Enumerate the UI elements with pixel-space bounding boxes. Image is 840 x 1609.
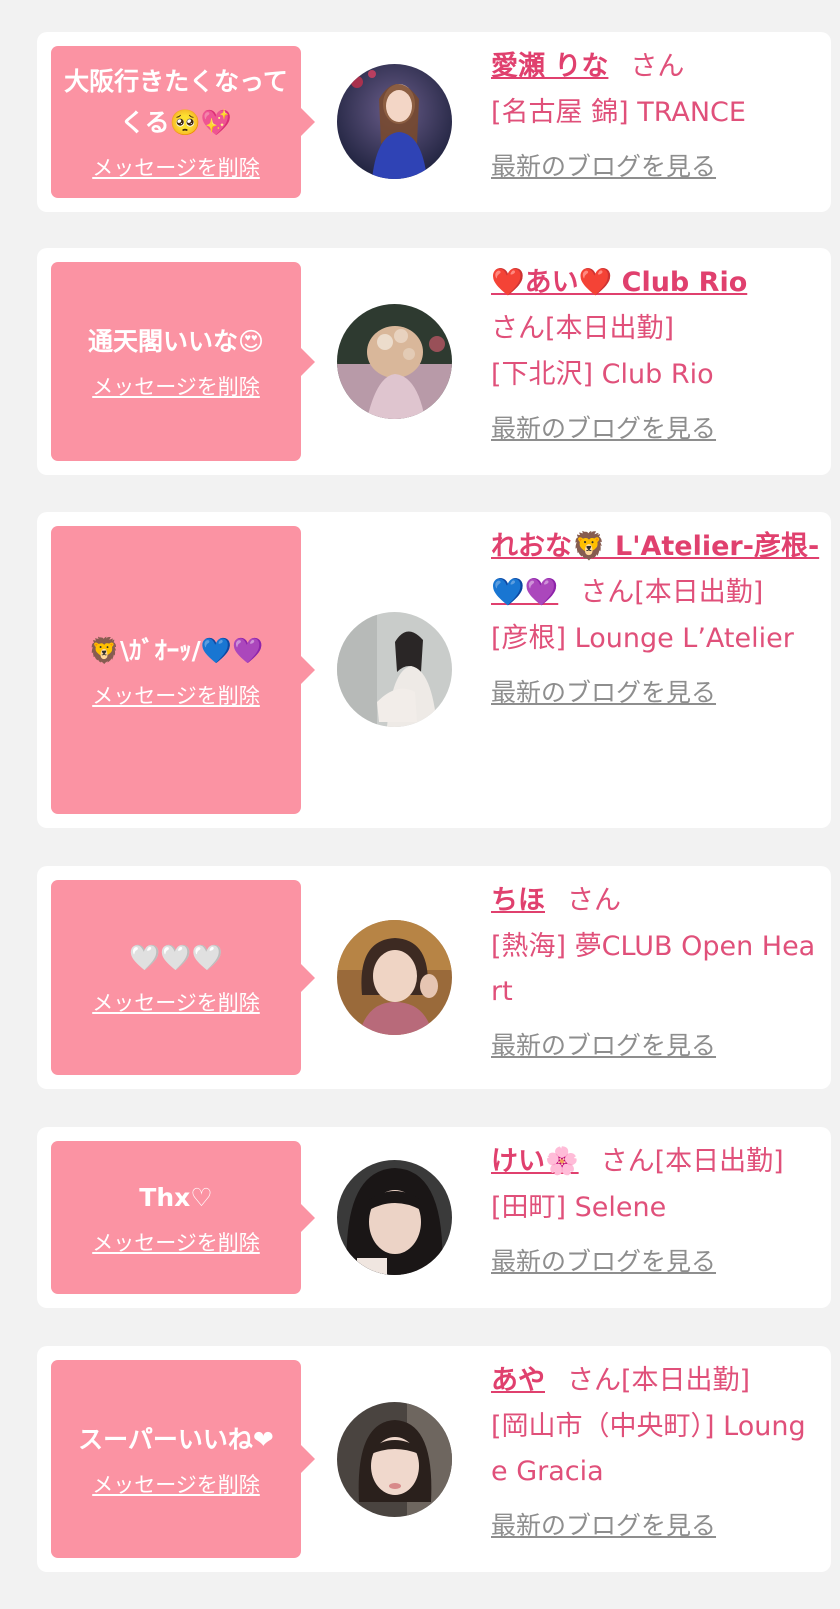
message-bubble: 🤍🤍🤍 メッセージを削除 bbox=[51, 880, 315, 1075]
honorific: さん[本日出勤] bbox=[580, 577, 764, 608]
cast-info: 愛瀬 りな さん [名古屋 錦] TRANCE 最新のブログを見る bbox=[491, 44, 821, 185]
delete-message-link[interactable]: メッセージを削除 bbox=[92, 153, 260, 183]
cast-name-link[interactable]: ちほ bbox=[491, 885, 545, 916]
avatar-photo bbox=[337, 304, 452, 419]
delete-message-link[interactable]: メッセージを削除 bbox=[92, 1228, 260, 1258]
shop-name: [彦根] Lounge L’Atelier bbox=[491, 623, 794, 654]
message-bubble: Thx♡ メッセージを削除 bbox=[51, 1141, 315, 1294]
avatar[interactable] bbox=[337, 1160, 452, 1275]
cast-name-link[interactable]: けい🌸 bbox=[491, 1146, 579, 1177]
honorific: さん[本日出勤] bbox=[491, 313, 675, 344]
message-card: Thx♡ メッセージを削除 けい🌸 さん[本日出勤] [田町] Selene 最新… bbox=[37, 1127, 831, 1308]
delete-message-link[interactable]: メッセージを削除 bbox=[92, 1470, 260, 1500]
delete-message-link[interactable]: メッセージを削除 bbox=[92, 372, 260, 402]
shop-name: [熱海] 夢CLUB Open Heart bbox=[491, 931, 816, 1007]
avatar-photo bbox=[337, 1160, 452, 1275]
shop-name: [名古屋 錦] TRANCE bbox=[491, 97, 746, 128]
avatar-photo bbox=[337, 612, 452, 727]
message-text: Thx♡ bbox=[139, 1183, 213, 1212]
honorific: さん bbox=[630, 51, 685, 82]
avatar[interactable] bbox=[337, 64, 452, 179]
message-bubble: 🦁\ｶﾞｵｰｯ/💙💜 メッセージを削除 bbox=[51, 526, 315, 814]
avatar[interactable] bbox=[337, 612, 452, 727]
message-text: 🦁\ｶﾞｵｰｯ/💙💜 bbox=[88, 635, 264, 665]
message-card: 通天閣いいな😍 メッセージを削除 ❤️あい❤️ Club Rio さん[本日出勤]… bbox=[37, 248, 831, 475]
cast-info: ちほ さん [熱海] 夢CLUB Open Heart 最新のブログを見る bbox=[491, 878, 821, 1064]
message-card: スーパーいいね❤ メッセージを削除 あや さん[本日出勤] [岡山市（中央町）] … bbox=[37, 1346, 831, 1572]
avatar-photo bbox=[337, 64, 452, 179]
cast-name-link[interactable]: 愛瀬 りな bbox=[491, 51, 608, 82]
cast-name-link[interactable]: ❤️あい❤️ Club Rio bbox=[491, 267, 747, 298]
message-bubble: 大阪行きたくなってくる🥺💖 メッセージを削除 bbox=[51, 46, 315, 198]
avatar-photo bbox=[337, 920, 452, 1035]
message-text: 🤍🤍🤍 bbox=[129, 943, 223, 972]
avatar[interactable] bbox=[337, 304, 452, 419]
message-card: 🤍🤍🤍 メッセージを削除 ちほ さん [熱海] 夢CLUB Open Heart … bbox=[37, 866, 831, 1089]
message-text: 大阪行きたくなってくる🥺💖 bbox=[64, 67, 288, 137]
cast-info: ❤️あい❤️ Club Rio さん[本日出勤] [下北沢] Club Rio 最… bbox=[491, 260, 821, 447]
message-text: 通天閣いいな😍 bbox=[87, 327, 265, 356]
message-list: 大阪行きたくなってくる🥺💖 メッセージを削除 愛瀬 りな さん [名古屋 錦] T… bbox=[0, 0, 840, 1609]
message-card: 🦁\ｶﾞｵｰｯ/💙💜 メッセージを削除 れおな🦁 L'Atelier-彦根-💙💜… bbox=[37, 512, 831, 828]
latest-blog-link[interactable]: 最新のブログを見る bbox=[491, 411, 821, 447]
shop-name: [田町] Selene bbox=[491, 1192, 667, 1223]
honorific: さん[本日出勤] bbox=[600, 1146, 784, 1177]
latest-blog-link[interactable]: 最新のブログを見る bbox=[491, 1028, 821, 1064]
cast-info: あや さん[本日出勤] [岡山市（中央町）] Lounge Gracia 最新のブ… bbox=[491, 1358, 821, 1544]
delete-message-link[interactable]: メッセージを削除 bbox=[92, 681, 260, 711]
latest-blog-link[interactable]: 最新のブログを見る bbox=[491, 149, 821, 185]
cast-info: けい🌸 さん[本日出勤] [田町] Selene 最新のブログを見る bbox=[491, 1139, 821, 1280]
latest-blog-link[interactable]: 最新のブログを見る bbox=[491, 1244, 821, 1280]
honorific: さん[本日出勤] bbox=[567, 1365, 751, 1396]
message-text: スーパーいいね❤ bbox=[78, 1424, 274, 1454]
avatar[interactable] bbox=[337, 1402, 452, 1517]
avatar-photo bbox=[337, 1402, 452, 1517]
honorific: さん bbox=[567, 885, 621, 916]
message-bubble: 通天閣いいな😍 メッセージを削除 bbox=[51, 262, 315, 461]
latest-blog-link[interactable]: 最新のブログを見る bbox=[491, 1508, 821, 1544]
cast-name-link[interactable]: あや bbox=[491, 1365, 545, 1396]
shop-name: [岡山市（中央町）] Lounge Gracia bbox=[491, 1411, 806, 1487]
message-card: 大阪行きたくなってくる🥺💖 メッセージを削除 愛瀬 りな さん [名古屋 錦] T… bbox=[37, 32, 831, 212]
cast-info: れおな🦁 L'Atelier-彦根-💙💜 さん[本日出勤] [彦根] Lounge… bbox=[491, 524, 821, 711]
avatar[interactable] bbox=[337, 920, 452, 1035]
delete-message-link[interactable]: メッセージを削除 bbox=[92, 988, 260, 1018]
shop-name: [下北沢] Club Rio bbox=[491, 359, 714, 390]
message-bubble: スーパーいいね❤ メッセージを削除 bbox=[51, 1360, 315, 1558]
latest-blog-link[interactable]: 最新のブログを見る bbox=[491, 675, 821, 711]
